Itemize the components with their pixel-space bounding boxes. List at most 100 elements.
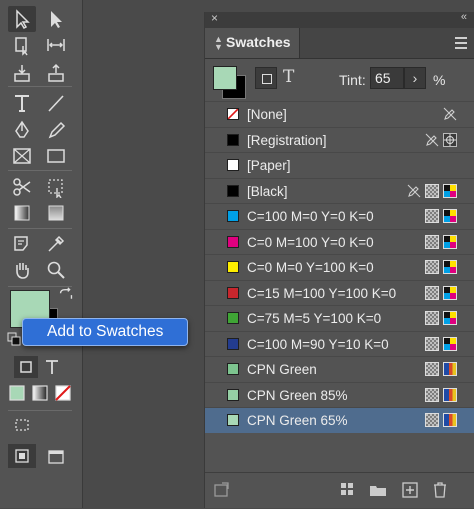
swatch-row[interactable]: C=15 M=100 Y=100 K=0 [205,279,474,306]
note-tool-icon[interactable] [8,231,36,257]
process-color-icon [425,209,439,223]
add-to-swatches-menu-item[interactable]: Add to Swatches [22,318,188,346]
no-edit-pencil-icon [425,133,439,147]
swatch-chip [227,337,239,350]
default-fill-stroke-icon[interactable] [7,332,21,346]
direct-selection-tool-icon[interactable] [42,6,70,32]
formatting-container-icon[interactable] [255,67,277,89]
preview-mode-icon[interactable] [44,446,68,468]
tab-swatches[interactable]: ▲ ▼ Swatches [205,28,300,58]
collapse-icon[interactable]: « [461,11,467,23]
tint-slider-toggle-icon[interactable]: › [404,67,426,89]
cmyk-mode-icon [443,183,457,198]
swatch-row[interactable]: C=100 M=90 Y=10 K=0 [205,330,474,357]
page-tool-icon[interactable] [8,32,36,58]
pencil-tool-icon[interactable] [42,117,70,143]
swatch-row[interactable]: C=0 M=0 Y=100 K=0 [205,254,474,280]
swatch-name: C=15 M=100 Y=100 K=0 [247,285,397,301]
zoom-tool-icon[interactable] [42,257,70,283]
swatch-row[interactable]: C=100 M=0 Y=0 K=0 [205,203,474,229]
swatch-row[interactable]: [Black] [205,177,474,204]
swatch-row[interactable]: CPN Green 85% [205,381,474,408]
swatch-chip [227,133,239,146]
type-tool-icon[interactable] [8,90,36,116]
screen-mode-icon[interactable] [10,414,34,436]
swatch-chip [227,159,239,171]
swatch-chip [227,388,239,401]
swatch-row[interactable]: [Paper] [205,152,474,178]
apply-gradient-icon[interactable] [29,382,51,404]
normal-view-icon[interactable] [8,444,36,468]
rgb-mode-icon [443,387,457,402]
panel-top-strip: × « [205,11,474,28]
swatch-chip [227,235,239,248]
no-edit-pencil-icon [443,107,457,121]
gap-tool-icon[interactable] [42,32,70,58]
gradient-swatch-tool-icon[interactable] [8,200,36,226]
process-color-icon [425,362,439,376]
pen-tool-icon[interactable] [8,117,36,143]
swatch-name: [Paper] [247,158,291,173]
cmyk-mode-icon [443,285,457,300]
swatch-chip [227,210,239,222]
swatch-controls: T Tint: › % [205,59,474,101]
tint-label: Tint: [339,72,366,88]
swatch-row[interactable]: C=75 M=5 Y=100 K=0 [205,305,474,331]
swatch-row[interactable]: [Registration] [205,126,474,153]
line-tool-icon[interactable] [42,90,70,116]
tab-expand-icon[interactable]: ▲ ▼ [214,35,223,52]
swatch-name: C=100 M=0 Y=0 K=0 [247,209,374,224]
process-color-icon [425,387,439,402]
process-color-icon [425,234,439,249]
rectangle-tool-icon[interactable] [42,143,70,169]
swatch-row[interactable]: CPN Green [205,356,474,382]
gradient-feather-tool-icon[interactable] [42,200,70,226]
process-color-icon [425,260,439,274]
formatting-text-icon[interactable]: T [283,67,294,87]
swatch-chip [227,363,239,375]
tint-input[interactable] [370,67,404,89]
cmyk-mode-icon [443,336,457,351]
fill-indicator[interactable] [213,66,237,90]
new-swatch-icon[interactable] [401,481,419,499]
panel-title: Swatches [226,34,291,50]
swatch-row[interactable]: CPN Green 65% [205,407,474,433]
process-color-icon [425,311,439,325]
formatting-text-icon[interactable] [40,356,64,378]
eyedropper-tool-icon[interactable] [42,231,70,257]
free-transform-tool-icon[interactable] [42,174,70,200]
rectangle-frame-tool-icon[interactable] [8,143,36,169]
apply-none-icon[interactable] [52,382,74,404]
swatch-name: [Black] [247,183,288,199]
close-icon[interactable]: × [211,11,218,25]
place-swatch-icon[interactable] [213,481,231,499]
rgb-mode-icon [443,413,457,427]
selection-tool-icon[interactable] [8,6,36,32]
process-color-icon [425,285,439,300]
hand-tool-icon[interactable] [8,257,36,283]
swap-fill-stroke-icon[interactable] [56,286,76,306]
swatch-chip [227,286,239,299]
swatches-panel: × « ▲▼ Swatches T Tint: › % [None] [Regis… [204,11,474,509]
apply-color-icon[interactable] [6,382,28,404]
panel-menu-icon[interactable] [455,37,467,52]
scissors-tool-icon[interactable] [8,174,36,200]
new-color-group-icon[interactable] [369,481,387,499]
popup-label: Add to Swatches [47,323,164,340]
swatch-views-icon[interactable] [339,481,357,499]
content-collector-icon[interactable] [8,60,36,86]
process-color-icon [425,183,439,198]
swatch-name: C=0 M=0 Y=100 K=0 [247,260,374,275]
delete-swatch-icon[interactable] [431,481,449,499]
registration-target-icon [443,132,457,147]
panel-bottom-bar [205,472,474,509]
swatch-chip [227,108,239,120]
swatch-list: [None] [Registration] [Paper] [Black] C=100 … [205,101,474,433]
swatch-row[interactable]: C=0 M=100 Y=0 K=0 [205,228,474,255]
swatch-row[interactable]: [None] [205,101,474,127]
formatting-container-icon[interactable] [14,356,38,378]
tint-percent: % [433,72,446,88]
cmyk-mode-icon [443,209,457,223]
swatch-name: C=100 M=90 Y=10 K=0 [247,336,389,352]
content-placer-icon[interactable] [42,60,70,86]
